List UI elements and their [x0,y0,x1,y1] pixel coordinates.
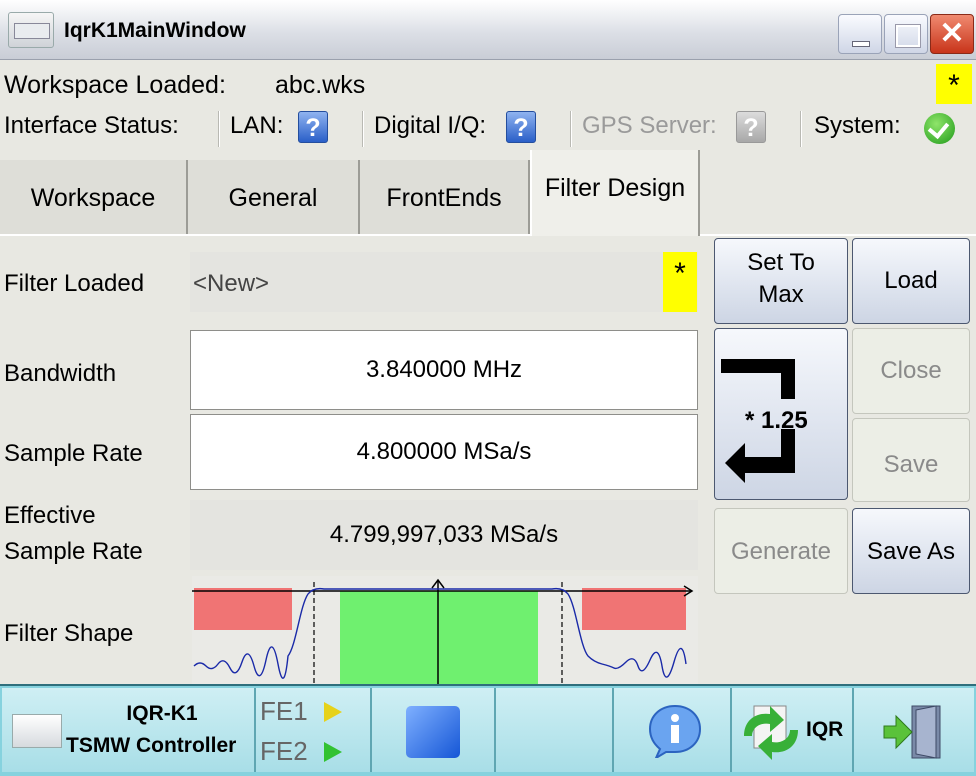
filter-shape-label: Filter Shape [4,620,134,647]
frontend-status[interactable]: FE1 FE2 [256,688,372,772]
sample-rate-label: Sample Rate [4,440,143,467]
close-filter-button[interactable]: Close [852,328,970,414]
load-button[interactable]: Load [852,238,970,324]
workspace-modified-indicator: * [936,64,972,104]
sample-rate-input[interactable]: 4.800000 MSa/s [190,414,698,490]
system-ok-icon [924,113,955,144]
filter-shape-plot [192,576,698,686]
status-separator [800,111,802,147]
fe2-play-icon [324,742,342,762]
close-window-button[interactable]: ✕ [930,14,974,54]
iqr-label: IQR [806,718,844,741]
tab-label: Workspace [30,184,156,212]
system-label: System: [814,112,901,139]
stop-button[interactable] [372,688,496,772]
filter-loaded-label: Filter Loaded [4,270,145,297]
tab-filter-design[interactable]: Filter Design [530,150,700,236]
bandwidth-label: Bandwidth [4,360,117,387]
stopband-left [194,588,292,630]
effective-sample-rate-label-line2: Sample Rate [4,538,143,565]
workspace-loaded-value: abc.wks [275,71,366,99]
ratio-label: * 1.25 [745,407,808,434]
passband [340,591,538,686]
fe2-label: FE2 [260,736,308,766]
digital-iq-status-icon[interactable]: ? [506,111,536,143]
gps-server-status-icon: ? [736,111,766,143]
status-separator [362,111,364,147]
device-controller-label: TSMW Controller [66,734,237,757]
filter-modified-indicator: * [663,252,697,312]
empty-toolbar-slot [496,688,614,772]
info-button[interactable] [614,688,732,772]
set-to-max-line1: Set To [747,249,815,276]
effective-sample-rate-value: 4.799,997,033 MSa/s [190,500,698,570]
info-icon [648,704,702,758]
save-as-button[interactable]: Save As [852,508,970,594]
interface-status-label: Interface Status: [4,112,179,139]
set-to-max-button[interactable]: Set To Max [714,238,848,324]
maximize-button[interactable] [884,14,928,54]
set-to-max-line2: Max [758,281,804,308]
tab-label: Filter Design [544,174,686,202]
tab-divider [0,234,530,236]
device-icon [12,714,62,748]
device-name: IQR-K1 [126,702,198,725]
tab-label: General [228,184,318,212]
digital-iq-label: Digital I/Q: [374,112,487,139]
tab-frontends[interactable]: FrontEnds [360,160,530,236]
stop-icon [406,706,460,758]
generate-button[interactable]: Generate [714,508,848,594]
effective-sample-rate-label-line1: Effective [4,502,96,529]
minimize-button[interactable] [838,14,882,54]
window-title: IqrK1MainWindow [64,19,246,42]
gps-server-label: GPS Server: [582,112,717,139]
iqr-switch-button[interactable]: IQR [732,688,854,772]
lan-status-icon[interactable]: ? [298,111,328,143]
fe1-label: FE1 [260,696,308,726]
tab-divider [700,234,976,236]
bandwidth-input[interactable]: 3.840000 MHz [190,330,698,410]
tab-label: FrontEnds [386,184,502,212]
exit-button[interactable] [854,688,974,772]
exit-door-icon [883,705,941,759]
save-button[interactable]: Save [852,418,970,502]
workspace-loaded-label: Workspace Loaded: [4,71,226,99]
close-icon: ✕ [939,17,965,50]
filter-loaded-value: <New> [193,270,270,297]
fe1-play-icon [324,702,342,722]
apply-ratio-button[interactable]: * 1.25 [714,328,848,500]
app-icon [8,12,54,48]
stopband-right [582,588,686,630]
status-separator [218,111,220,147]
lan-label: LAN: [230,112,284,139]
switch-app-icon [744,705,798,760]
status-separator [570,111,572,147]
tab-workspace[interactable]: Workspace [0,160,188,236]
tab-general[interactable]: General [188,160,360,236]
device-button[interactable]: IQR-K1 TSMW Controller [2,688,256,772]
